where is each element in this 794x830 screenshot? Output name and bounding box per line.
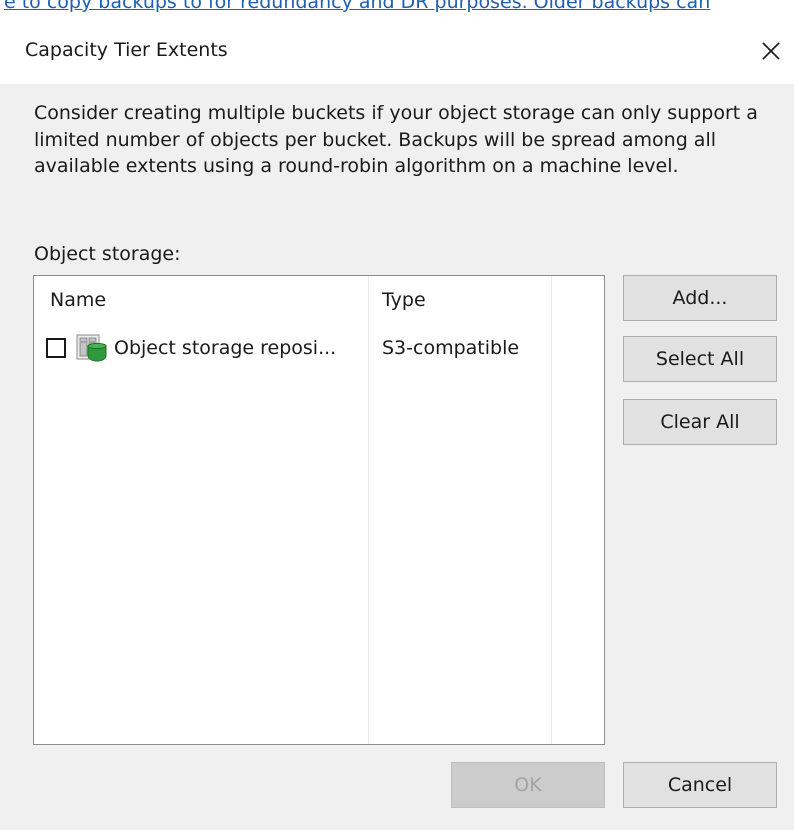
column-header-type[interactable]: Type (382, 289, 426, 311)
close-icon (762, 42, 780, 60)
select-all-button[interactable]: Select All (623, 336, 777, 382)
cancel-button[interactable]: Cancel (623, 762, 777, 808)
item-name: Object storage reposi... (114, 337, 337, 359)
dialog-titlebar: Capacity Tier Extents (0, 14, 794, 84)
ok-button[interactable]: OK (451, 762, 605, 808)
dialog-description: Consider creating multiple buckets if yo… (34, 102, 758, 177)
dialog-title: Capacity Tier Extents (25, 39, 228, 61)
close-button[interactable] (748, 28, 794, 74)
object-storage-list[interactable]: Name Type Object storage reposi... S3-co… (33, 275, 605, 745)
background-text: e to copy backups to for redundancy and … (4, 0, 711, 13)
item-checkbox[interactable] (46, 338, 66, 358)
object-storage-repository-icon (76, 334, 107, 362)
capacity-tier-extents-dialog: Capacity Tier Extents Consider creating … (0, 14, 794, 830)
object-storage-label: Object storage: (34, 243, 181, 265)
clear-all-button[interactable]: Clear All (623, 399, 777, 445)
add-button[interactable]: Add... (623, 275, 777, 321)
background-window-strip: e to copy backups to for redundancy and … (0, 0, 794, 14)
list-item[interactable]: Object storage reposi... S3-compatible (34, 330, 604, 366)
item-type: S3-compatible (382, 337, 520, 359)
column-header-name[interactable]: Name (50, 289, 106, 311)
